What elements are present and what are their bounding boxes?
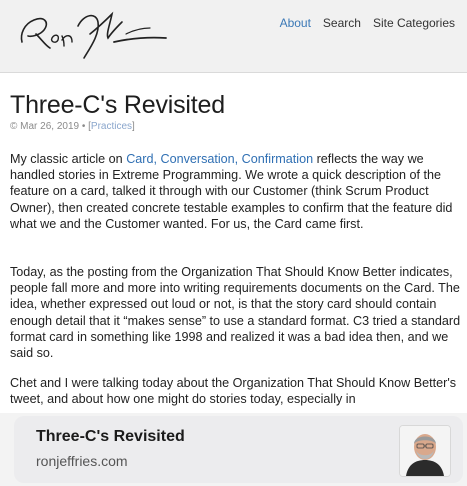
nav-site-categories-link[interactable]: Site Categories — [373, 16, 455, 30]
article-date: © Mar 26, 2019 • [ — [10, 121, 91, 132]
preview-domain: ronjeffries.com — [36, 453, 128, 469]
paragraph-1-before: My classic article on — [10, 152, 127, 166]
page: About Search Site Categories Three-C's R… — [0, 0, 467, 486]
paragraph-3: Chet and I were talking today about the … — [10, 376, 457, 407]
article-content: Three-C's Revisited © Mar 26, 2019 • [Pr… — [0, 73, 467, 413]
author-photo-icon — [400, 426, 450, 476]
signature-logo[interactable] — [14, 4, 174, 64]
article-meta: © Mar 26, 2019 • [Practices] — [10, 121, 135, 132]
site-header: About Search Site Categories — [0, 0, 467, 73]
preview-title: Three-C's Revisited — [36, 428, 185, 445]
nav-search-link[interactable]: Search — [323, 16, 361, 30]
nav-about-link[interactable]: About — [280, 16, 311, 30]
link-preview-card[interactable]: Three-C's Revisited ronjeffries.com — [14, 416, 463, 483]
paragraph-2: Today, as the posting from the Organizat… — [10, 265, 461, 361]
author-photo-thumbnail — [399, 425, 451, 477]
meta-bracket: ] — [132, 121, 135, 132]
top-nav: About Search Site Categories — [280, 16, 455, 30]
category-link[interactable]: Practices — [91, 121, 132, 132]
article-title: Three-C's Revisited — [10, 91, 225, 119]
paragraph-1: My classic article on Card, Conversation… — [10, 151, 461, 232]
ccc-article-link[interactable]: Card, Conversation, Confirmation — [126, 152, 313, 166]
